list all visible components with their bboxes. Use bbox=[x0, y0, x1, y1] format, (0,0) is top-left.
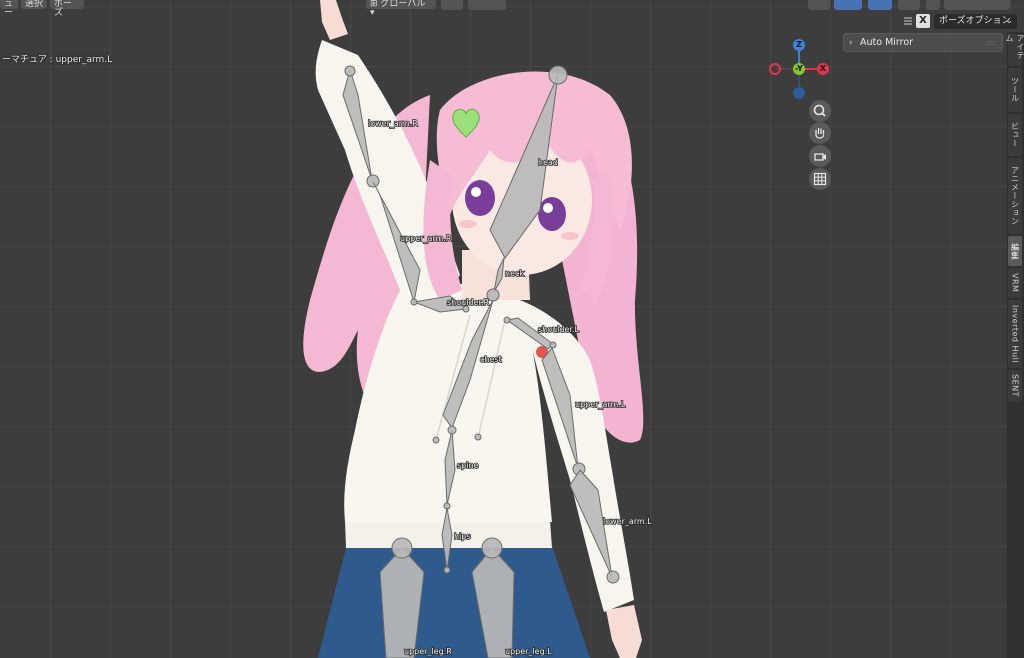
joint-hand-l[interactable] bbox=[606, 570, 620, 584]
orientation-dropdown[interactable]: ⊞ グローバル ▾ bbox=[366, 0, 436, 18]
tab-vrm[interactable]: VRM bbox=[1008, 268, 1022, 298]
zoom-icon[interactable] bbox=[809, 100, 831, 122]
pin-icon[interactable] bbox=[902, 14, 914, 28]
label-upper-arm-r: upper_arm.R bbox=[400, 234, 452, 243]
3d-viewport[interactable]: lower_arm.R head upper_arm.R neck should… bbox=[0, 0, 1024, 658]
tab-sent[interactable]: SENT bbox=[1008, 370, 1022, 402]
axis-neg-x[interactable] bbox=[769, 63, 781, 75]
eye-highlight-right bbox=[471, 187, 481, 197]
viewport-scene: lower_arm.R head upper_arm.R neck should… bbox=[303, 0, 653, 658]
chevron-right-icon: › bbox=[849, 38, 853, 48]
joint-hip-l[interactable] bbox=[481, 537, 503, 559]
pose-options-label: ポーズオプション bbox=[939, 16, 1011, 26]
joint-hip-r[interactable] bbox=[391, 537, 413, 559]
axis-z[interactable]: Z bbox=[793, 39, 805, 51]
label-lower-arm-r: lower_arm.R bbox=[368, 119, 418, 128]
joint-elbow-r[interactable] bbox=[366, 174, 380, 188]
tab-edit[interactable]: 編集 bbox=[1008, 236, 1022, 266]
label-spine: spine bbox=[457, 461, 479, 470]
joint-shoulder-r[interactable] bbox=[410, 298, 418, 306]
xray-icon[interactable] bbox=[898, 0, 920, 10]
pivot-point-icon[interactable] bbox=[441, 0, 463, 10]
tab-tool[interactable]: ツール bbox=[1008, 68, 1022, 112]
pan-hand-icon[interactable] bbox=[809, 122, 831, 144]
label-hips: hips bbox=[454, 532, 471, 541]
eye-left bbox=[538, 197, 566, 231]
label-lower-arm-l: lower_arm.L bbox=[603, 517, 652, 526]
shading-modes-icon[interactable] bbox=[944, 0, 1010, 10]
joint-string-r[interactable] bbox=[432, 436, 440, 444]
label-neck: neck bbox=[505, 269, 524, 278]
perspective-grid-icon[interactable] bbox=[809, 168, 831, 190]
orientation-label: グローバル bbox=[380, 0, 426, 9]
sidebar-tabs: アイテム ツール ビュー アニメーション 編集 VRM Inverted Hul… bbox=[1005, 32, 1024, 658]
navigation-gizmo[interactable]: Z X -Y bbox=[766, 36, 830, 100]
label-chest: chest bbox=[480, 355, 502, 364]
tab-view[interactable]: ビュー bbox=[1008, 114, 1022, 156]
lowered-hand bbox=[606, 605, 642, 658]
active-object-label: ーマチュア : upper_arm.L bbox=[2, 55, 113, 65]
auto-mirror-panel[interactable]: › Auto Mirror :::: bbox=[843, 33, 1003, 52]
x-mirror-toggle[interactable]: X bbox=[916, 14, 930, 28]
label-upper-leg-r: upper_leg.R bbox=[404, 647, 452, 656]
label-head: head bbox=[538, 158, 558, 167]
label-upper-arm-l: upper_arm.L bbox=[575, 400, 626, 409]
tab-animation[interactable]: アニメーション bbox=[1008, 158, 1022, 234]
menu-pose[interactable]: ポーズ bbox=[50, 0, 84, 18]
pose-options-dropdown[interactable]: ポーズオプション ⌄ bbox=[934, 14, 1017, 29]
snap-icon[interactable] bbox=[468, 0, 506, 10]
raised-hand bbox=[320, 0, 348, 40]
eye-right bbox=[465, 180, 495, 216]
select-tool-icon[interactable] bbox=[808, 0, 830, 10]
gizmo-toggle-icon[interactable] bbox=[834, 0, 862, 10]
menu-view[interactable]: ュー bbox=[0, 0, 18, 18]
auto-mirror-label: Auto Mirror bbox=[860, 37, 914, 48]
blush-right bbox=[459, 220, 477, 228]
label-upper-leg-l: upper_leg.L bbox=[505, 647, 552, 656]
wireframe-shading-icon[interactable] bbox=[926, 0, 940, 10]
camera-view-icon[interactable] bbox=[809, 145, 831, 167]
joint-shoulder-l[interactable] bbox=[503, 316, 511, 324]
joint-string-l[interactable] bbox=[474, 433, 482, 441]
label-shoulder-r: shoulder.R bbox=[447, 298, 490, 307]
joint-shoulder-l-tail[interactable] bbox=[549, 341, 557, 349]
joint-chest-base[interactable] bbox=[447, 425, 457, 435]
axis-neg-z[interactable] bbox=[793, 87, 805, 99]
overlay-toggle-icon[interactable] bbox=[868, 0, 892, 10]
skirt bbox=[318, 540, 590, 658]
tab-inverted-hull[interactable]: Inverted Hull bbox=[1008, 300, 1022, 368]
tab-item[interactable]: アイテム bbox=[1005, 34, 1024, 66]
label-shoulder-l: shoulder.L bbox=[538, 325, 580, 334]
joint-head-tip[interactable] bbox=[548, 65, 568, 85]
axis-neg-y[interactable]: -Y bbox=[793, 63, 805, 75]
chevron-down-icon: ▾ bbox=[370, 8, 375, 18]
joint-hand-r[interactable] bbox=[344, 65, 356, 77]
drag-grip-icon[interactable]: :::: bbox=[985, 34, 996, 52]
menu-select[interactable]: 選択 bbox=[21, 0, 47, 9]
axis-x[interactable]: X bbox=[817, 63, 829, 75]
chevron-down-icon: ⌄ bbox=[1005, 16, 1013, 26]
eye-highlight-left bbox=[543, 203, 553, 213]
blush-left bbox=[561, 232, 579, 240]
joint-hips-tail[interactable] bbox=[443, 566, 451, 574]
